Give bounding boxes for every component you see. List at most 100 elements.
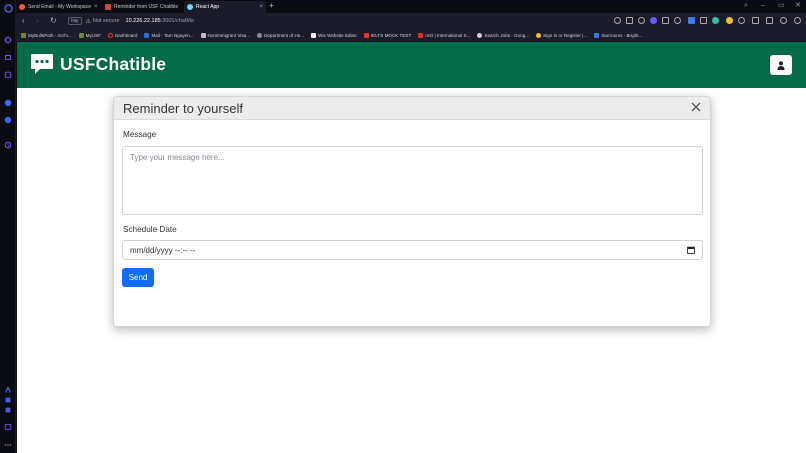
tab-react-app[interactable]: React App × xyxy=(184,1,266,13)
reload-icon[interactable]: ↻ xyxy=(50,16,57,26)
qr-icon[interactable] xyxy=(638,17,645,24)
speed-dial-icon[interactable] xyxy=(3,35,13,45)
close-icon[interactable]: × xyxy=(91,4,98,10)
bookmark-favicon xyxy=(363,32,369,38)
bookmark-item[interactable]: Sign in or Register |... xyxy=(536,32,588,38)
shopping-icon[interactable] xyxy=(3,52,13,62)
sidebar-toggle-icon[interactable] xyxy=(3,422,13,432)
back-icon[interactable]: ‹ xyxy=(22,16,25,26)
tab-title: React App xyxy=(196,4,220,10)
reminder-modal: Reminder to yourself Message Schedule Da… xyxy=(113,96,711,327)
close-icon[interactable]: × xyxy=(256,4,263,10)
send-button[interactable]: Send xyxy=(122,268,154,287)
tab-send-email[interactable]: Send Email - My Workspace × xyxy=(16,1,100,13)
history-icon[interactable] xyxy=(3,140,13,150)
settings-icon[interactable] xyxy=(3,405,13,415)
url-host: 10.226.22.185 xyxy=(125,18,161,24)
app-header: USFChatible xyxy=(17,42,806,88)
user-menu-button[interactable] xyxy=(770,55,792,75)
protocol-badge: http xyxy=(68,17,82,25)
bookmark-label: Sign in or Register |... xyxy=(543,32,588,38)
lens-icon[interactable] xyxy=(614,17,621,24)
extension-icon[interactable] xyxy=(650,17,657,24)
bookmark-label: Search Jobs - Goog... xyxy=(484,32,530,38)
screenshot-icon[interactable] xyxy=(626,17,633,24)
ai-icon[interactable] xyxy=(3,385,13,395)
bookmark-item[interactable]: MyUSF xyxy=(78,32,101,38)
modal-title: Reminder to yourself xyxy=(123,101,243,116)
bookmark-favicon xyxy=(594,32,600,38)
more-icon[interactable] xyxy=(3,440,13,450)
instagram-icon[interactable] xyxy=(3,70,13,80)
close-icon[interactable]: × xyxy=(178,4,182,10)
bookmark-label: Mail - Tam Nguyen... xyxy=(151,32,194,38)
address-bar[interactable]: http ⚠ Not secure 10.226.22.185 :3001/ch… xyxy=(68,15,628,27)
gmail-icon xyxy=(105,4,111,10)
bookmark-label: Nonimmigrant Visa... xyxy=(207,32,251,38)
tab-favicon xyxy=(19,4,25,10)
font-icon[interactable] xyxy=(752,17,759,24)
new-tab-button[interactable]: + xyxy=(269,1,274,11)
window-close-icon[interactable]: ✕ xyxy=(795,1,801,11)
bookmark-favicon xyxy=(418,32,424,38)
telegram-icon[interactable] xyxy=(3,115,13,125)
schedule-date-label: Schedule Date xyxy=(123,225,177,234)
page-content: USFChatible Reminder to yourself Message… xyxy=(17,42,806,453)
bookmark-favicon xyxy=(200,32,206,38)
play-icon[interactable] xyxy=(662,17,669,24)
message-textarea[interactable] xyxy=(122,146,703,215)
minimize-icon[interactable]: – xyxy=(761,1,765,11)
calendar-icon[interactable] xyxy=(687,241,695,259)
link-icon[interactable] xyxy=(780,17,787,24)
bookmark-favicon xyxy=(311,32,317,38)
bookmark-favicon xyxy=(257,32,263,38)
security-status[interactable]: Not secure xyxy=(93,18,120,24)
bookmark-item[interactable]: Dashboard xyxy=(107,32,137,38)
date-value: mm/dd/yyyy --:-- -- xyxy=(130,245,196,255)
schedule-date-input[interactable]: mm/dd/yyyy --:-- -- xyxy=(122,240,703,260)
tab-title: Reminder from USF Chatible xyxy=(114,4,179,10)
bookmark-item[interactable]: Search Jobs - Goog... xyxy=(477,32,530,38)
brand-name: USFChatible xyxy=(60,53,167,74)
bookmark-item[interactable]: Wix Website Editor xyxy=(311,32,357,38)
reader-icon[interactable] xyxy=(700,17,707,24)
workspace-icon[interactable] xyxy=(3,395,13,405)
bookmark-favicon xyxy=(477,32,483,38)
search-tabs-icon[interactable]: ⌕ xyxy=(744,1,748,11)
browser-logo-icon[interactable] xyxy=(3,3,13,13)
bookmark-label: ISO | International S... xyxy=(425,32,471,38)
translate-icon[interactable] xyxy=(688,17,695,24)
bookmark-item[interactable]: Starrooms - Bright... xyxy=(594,32,643,38)
forward-icon[interactable]: › xyxy=(36,16,39,26)
chat-logo-icon xyxy=(31,54,53,74)
bookmark-item[interactable]: ISO | International S... xyxy=(418,32,471,38)
maximize-icon[interactable]: ▭ xyxy=(778,1,785,11)
vpn-icon[interactable] xyxy=(738,17,745,24)
bookmark-favicon xyxy=(107,32,113,38)
bookmark-item[interactable]: Department of Ho... xyxy=(257,32,304,38)
download-icon[interactable] xyxy=(766,17,773,24)
wallet-icon[interactable] xyxy=(726,17,733,24)
browser-toolbar: ‹ › ↻ http ⚠ Not secure 10.226.22.185 :3… xyxy=(16,13,806,29)
bookmark-item[interactable]: Mail - Tam Nguyen... xyxy=(144,32,194,38)
bookmark-label: IELTS MOCK TEST xyxy=(370,32,412,38)
messenger-icon[interactable] xyxy=(3,98,13,108)
url-path: :3001/chatMe xyxy=(160,18,195,24)
bookmark-label: Wix Website Editor xyxy=(318,32,357,38)
brand[interactable]: USFChatible xyxy=(30,53,166,75)
bookmark-item[interactable]: Nonimmigrant Visa... xyxy=(200,32,251,38)
grammar-icon[interactable] xyxy=(712,17,719,24)
bookmark-item[interactable]: MyBullsPath - Archi... xyxy=(21,32,72,38)
react-icon xyxy=(187,4,193,10)
bookmarks-bar: MyBullsPath - Archi... MyUSF Dashboard M… xyxy=(16,29,806,42)
bookmark-favicon xyxy=(536,32,542,38)
bookmark-label: Starrooms - Bright... xyxy=(601,32,643,38)
bookmark-favicon xyxy=(21,32,26,38)
heart-icon[interactable] xyxy=(674,17,681,24)
user-icon xyxy=(777,60,785,70)
tab-reminder[interactable]: Reminder from USF Chatible × xyxy=(102,1,182,13)
close-icon[interactable] xyxy=(690,101,701,112)
menu-icon[interactable] xyxy=(794,17,801,24)
tab-strip: Send Email - My Workspace × Reminder fro… xyxy=(16,0,806,13)
bookmark-item[interactable]: IELTS MOCK TEST xyxy=(363,32,412,38)
